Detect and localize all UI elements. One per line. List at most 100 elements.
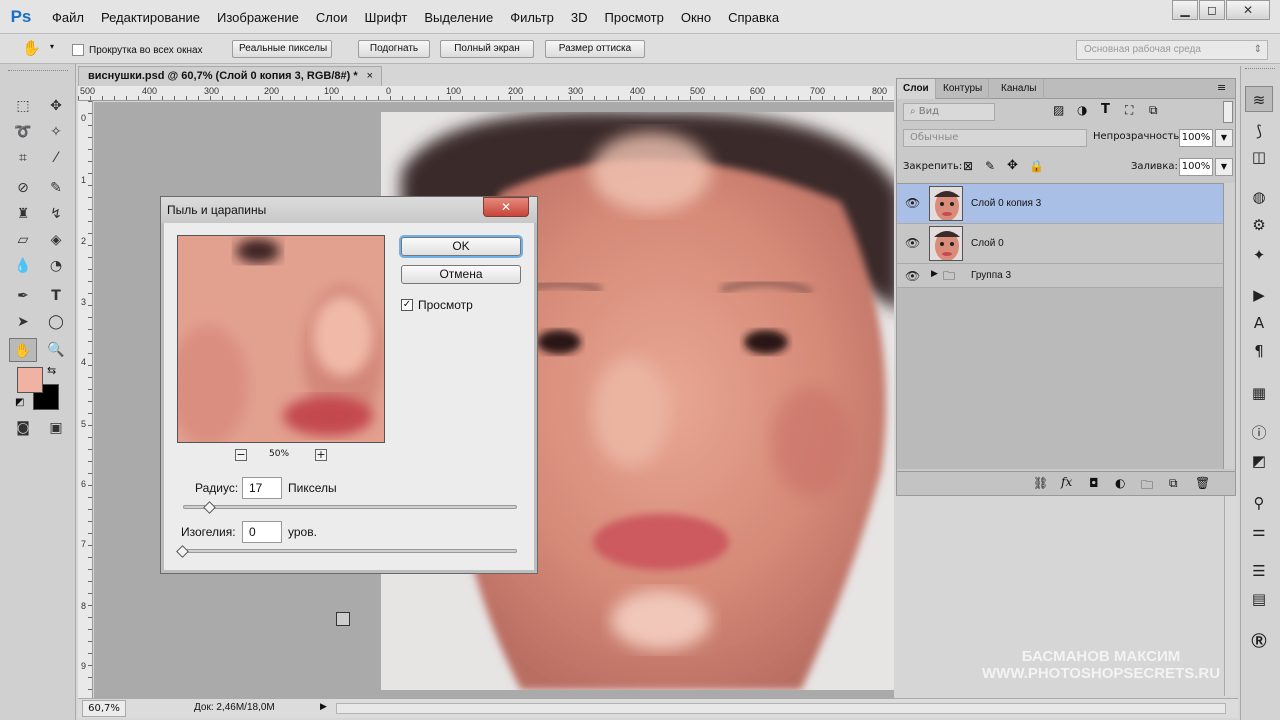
pen-tool-icon[interactable]: ✒ (11, 284, 35, 308)
cancel-button[interactable]: Отмена (401, 265, 521, 284)
group-expand-chevron-icon[interactable]: ▶ (931, 269, 938, 279)
menu-layers[interactable]: Слои (316, 10, 348, 25)
crop-tool-icon[interactable]: ⌗ (11, 146, 35, 170)
character-panel-icon[interactable]: A (1245, 310, 1273, 336)
menu-type[interactable]: Шрифт (365, 10, 408, 25)
menu-image[interactable]: Изображение (217, 10, 299, 25)
default-colors-icon[interactable]: ◩ (15, 397, 24, 408)
radius-slider-track[interactable] (183, 505, 517, 509)
threshold-input[interactable]: 0 (242, 521, 282, 543)
channels-panel-icon[interactable]: ◫ (1245, 144, 1273, 170)
navigator-panel-icon[interactable]: ◍ (1245, 184, 1273, 210)
fill-screen-button[interactable]: Полный экран (440, 40, 534, 58)
menu-file[interactable]: Файл (52, 10, 84, 25)
zoom-field[interactable]: 60,7% (82, 700, 126, 717)
plugin-r-icon[interactable]: Ⓡ (1245, 628, 1273, 654)
dialog-close-button[interactable]: ✕ (483, 197, 529, 217)
eyedropper-tool-icon[interactable]: ⁄ (44, 146, 68, 170)
workspace-select[interactable]: Основная рабочая среда ⇕ (1076, 40, 1268, 60)
paint-bucket-tool-icon[interactable]: ◈ (44, 228, 68, 252)
tab-paths[interactable]: Контуры (937, 79, 990, 99)
filter-type-icon[interactable]: T (1101, 102, 1110, 117)
swap-colors-icon[interactable]: ⇆ (47, 364, 56, 377)
magic-wand-tool-icon[interactable]: ✧ (44, 120, 68, 144)
dialog-title-bar[interactable]: Пыль и царапины (161, 197, 537, 223)
menu-3d[interactable]: 3D (571, 10, 588, 25)
horizontal-scrollbar[interactable] (336, 703, 1226, 714)
history-brush-tool-icon[interactable]: ↯ (44, 202, 68, 226)
mask-icon[interactable]: ◘ (1089, 476, 1099, 490)
fit-screen-button[interactable]: Подогнать (358, 40, 430, 58)
menu-help[interactable]: Справка (728, 10, 779, 25)
document-close-icon[interactable]: × (367, 67, 373, 85)
lock-transparency-icon[interactable]: ⊠ (963, 159, 973, 173)
zoom-tool-icon[interactable]: 🔍 (44, 338, 68, 362)
preview-zoom-out-button[interactable]: − (235, 449, 247, 461)
lock-all-icon[interactable]: 🔒 (1029, 159, 1044, 173)
menu-filter[interactable]: Фильтр (510, 10, 554, 25)
new-layer-icon[interactable]: ⧉ (1169, 476, 1178, 491)
minimize-button[interactable]: ▁ (1172, 0, 1198, 20)
preview-zoom-in-button[interactable]: + (315, 449, 327, 461)
restore-button[interactable]: ◻ (1199, 0, 1225, 20)
menu-edit[interactable]: Редактирование (101, 10, 200, 25)
adjustment-icon[interactable]: ◐ (1115, 476, 1125, 490)
marquee-tool-icon[interactable]: ⬚ (11, 94, 35, 118)
filter-smart-object-icon[interactable]: ⧉ (1149, 103, 1158, 118)
opacity-input[interactable]: 100% (1179, 129, 1213, 147)
lock-position-icon[interactable]: ✥ (1007, 158, 1018, 173)
panel-menu-icon[interactable]: ≡ (1217, 81, 1226, 94)
clone-source-panel-icon[interactable]: ⚌ (1245, 518, 1273, 544)
foreground-swatch-top[interactable] (17, 367, 43, 393)
fill-input[interactable]: 100% (1179, 158, 1213, 176)
layers-panel-icon[interactable]: ≋ (1245, 86, 1273, 112)
hand-tool-icon[interactable]: ✋ (9, 338, 37, 362)
layer-row[interactable]: 👁 ▶ 🗀 Группа 3 (897, 264, 1223, 288)
trash-icon[interactable]: 🗑 (1195, 476, 1210, 490)
print-size-button[interactable]: Размер оттиска (545, 40, 645, 58)
dodge-tool-icon[interactable]: ◔ (44, 254, 68, 278)
menu-window[interactable]: Окно (681, 10, 711, 25)
tab-layers[interactable]: Слои (897, 79, 936, 99)
styles-panel-icon[interactable]: ✦ (1245, 242, 1273, 268)
visibility-eye-icon[interactable]: 👁 (905, 236, 920, 250)
brush-presets-panel-icon[interactable]: ⚲ (1245, 490, 1273, 516)
preview-checkbox[interactable]: ✓ (401, 299, 413, 311)
actions-play-icon[interactable]: ▶ (1245, 282, 1273, 308)
tool-preset-chevron-icon[interactable]: ▾ (50, 42, 54, 51)
layer-row[interactable]: 👁 Слой 0 копия 3 (897, 184, 1223, 224)
move-tool-icon[interactable]: ✥ (44, 94, 68, 118)
preview-checkbox-row[interactable]: ✓ Просмотр (401, 298, 473, 312)
info-panel-icon[interactable]: ⓘ (1245, 420, 1273, 446)
ellipse-tool-icon[interactable]: ◯ (44, 310, 68, 334)
status-menu-arrow-icon[interactable]: ▶ (320, 702, 327, 712)
filter-adjustment-icon[interactable]: ◑ (1077, 103, 1087, 117)
document-tab[interactable]: виснушки.psd @ 60,7% (Слой 0 копия 3, RG… (78, 66, 382, 86)
menu-view[interactable]: Просмотр (605, 10, 664, 25)
layer-row[interactable]: 👁 Слой 0 (897, 224, 1223, 264)
lock-pixels-icon[interactable]: ✎ (985, 159, 995, 173)
layers-scrollbar[interactable] (1223, 183, 1235, 469)
paths-panel-icon[interactable]: ⟆ (1245, 118, 1273, 144)
ok-button[interactable]: OK (401, 237, 521, 256)
folder-icon[interactable]: 🗀 (1141, 476, 1153, 497)
filter-shape-icon[interactable]: ⛶ (1125, 103, 1133, 118)
scroll-all-windows-checkbox[interactable]: Прокрутка во всех окнах (72, 42, 203, 58)
radius-input[interactable]: 17 (242, 477, 282, 499)
opacity-dropdown-icon[interactable]: ▼ (1215, 129, 1233, 147)
timeline-panel-icon[interactable]: ▤ (1245, 586, 1273, 612)
lasso-tool-icon[interactable]: ➰ (11, 120, 35, 144)
healing-brush-tool-icon[interactable]: ⊘ (11, 176, 35, 200)
radius-slider-thumb[interactable] (203, 501, 217, 514)
blend-mode-select[interactable]: Обычные (903, 129, 1087, 147)
scroll-all-checkbox-box[interactable] (72, 44, 84, 56)
window-close-button[interactable]: ✕ (1226, 0, 1270, 20)
actual-pixels-button[interactable]: Реальные пикселы (232, 40, 332, 58)
fx-icon[interactable]: fx (1061, 475, 1072, 489)
menu-select[interactable]: Выделение (424, 10, 493, 25)
swatches-panel-icon[interactable]: ▦ (1245, 380, 1273, 406)
visibility-eye-icon[interactable]: 👁 (905, 269, 920, 283)
path-selection-tool-icon[interactable]: ➤ (11, 310, 35, 334)
tab-channels[interactable]: Каналы (995, 79, 1044, 99)
histogram-panel-icon[interactable]: ◩ (1245, 448, 1273, 474)
